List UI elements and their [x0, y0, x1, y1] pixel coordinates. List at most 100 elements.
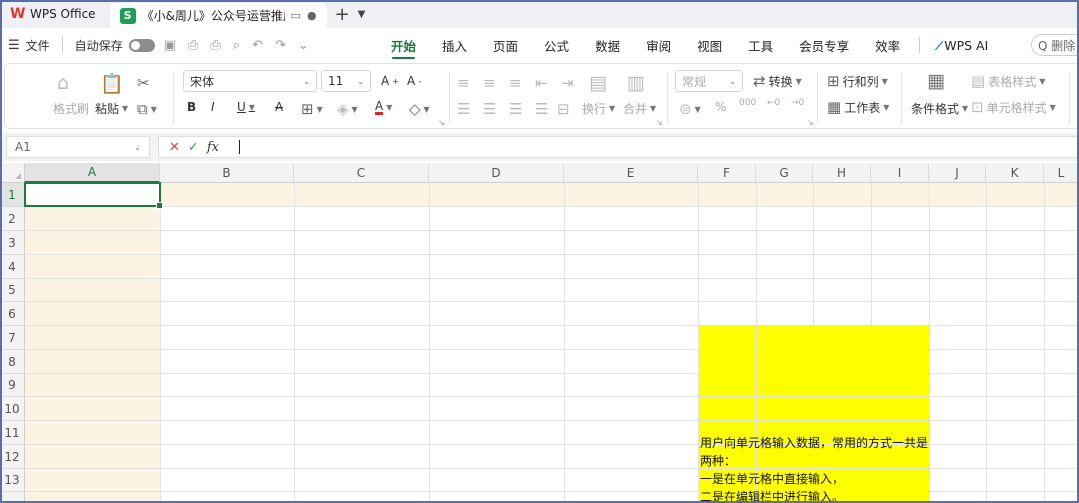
worksheet-button[interactable]: ▦ 工作表 ▼	[827, 98, 889, 116]
column-header-f[interactable]: F	[698, 163, 756, 183]
increase-decimal-icon[interactable]: ←0	[767, 98, 780, 108]
tab-data[interactable]: 数据	[582, 28, 633, 62]
row-header-8[interactable]: 8	[0, 350, 25, 374]
chevron-down-icon[interactable]: ▼	[358, 0, 366, 28]
tab-formula[interactable]: 公式	[531, 28, 582, 62]
font-name-select[interactable]: 宋体 ⌄	[183, 70, 317, 92]
alignment-dialog-launcher[interactable]: ↘	[656, 118, 663, 127]
table-style-button[interactable]: ▤ 表格样式 ▼	[971, 72, 1045, 90]
align-right-icon[interactable]: ☰	[509, 100, 522, 118]
row-header-11[interactable]: 11	[0, 421, 25, 445]
print-icon[interactable]: ⎙	[210, 38, 220, 53]
decrease-font-icon[interactable]: A-	[407, 74, 421, 88]
font-dialog-launcher[interactable]: ↘	[438, 118, 445, 127]
row-header-7[interactable]: 7	[0, 326, 25, 350]
column-header-k[interactable]: K	[986, 163, 1044, 183]
row-header-6[interactable]: 6	[0, 302, 25, 326]
format-painter-icon[interactable]: ⌂	[57, 72, 69, 94]
row-header-12[interactable]: 12	[0, 445, 25, 469]
clear-button[interactable]: ◇ ▼	[409, 100, 430, 118]
align-left-icon[interactable]: ☰	[457, 100, 470, 118]
insert-function-icon[interactable]: fx	[207, 140, 219, 155]
name-box[interactable]: A1 ⌄	[6, 136, 150, 158]
export-pdf-icon[interactable]: ⎙	[188, 38, 198, 53]
wrap-button[interactable]: 换行 ▼	[582, 100, 615, 117]
row-header-1[interactable]: 1	[0, 183, 25, 207]
cancel-icon[interactable]: ✕	[169, 140, 180, 155]
decrease-indent-icon[interactable]: ⇤	[535, 74, 548, 92]
column-header-i[interactable]: I	[871, 163, 929, 183]
column-header-d[interactable]: D	[429, 163, 564, 183]
active-cell-a1[interactable]	[24, 182, 163, 209]
chevron-down-icon[interactable]: ⌄	[298, 38, 309, 53]
font-color-button[interactable]: A ▼	[375, 100, 392, 115]
cell-f7-text[interactable]: 用户向单元格输入数据，常用的方式一共是两种： 一是在单元格中直接输入， 二是在编…	[700, 434, 928, 503]
align-middle-icon[interactable]: ≡	[483, 74, 496, 92]
paste-button[interactable]: 粘贴 ▼	[95, 100, 128, 117]
number-dialog-launcher[interactable]: ↘	[807, 118, 814, 127]
merge-button[interactable]: 合并 ▼	[623, 100, 656, 117]
rows-cols-button[interactable]: ⊞ 行和列 ▼	[827, 72, 888, 90]
convert-button[interactable]: ⇄ 转换 ▼	[753, 72, 802, 90]
italic-button[interactable]: I	[211, 100, 215, 114]
column-header-j[interactable]: J	[929, 163, 986, 183]
column-header-g[interactable]: G	[756, 163, 813, 183]
document-tab[interactable]: S 《小&周儿》公众号运营推广 ▭ ●	[109, 3, 327, 28]
percent-button[interactable]: %	[715, 100, 726, 114]
merge-cells-icon[interactable]: ▥	[627, 72, 645, 94]
copy-button[interactable]: ⧉ ▼	[137, 100, 157, 118]
monitor-icon[interactable]: ▭	[291, 9, 301, 22]
print-preview-icon[interactable]: ⌕	[233, 38, 240, 53]
wps-ai-button[interactable]: ⁄ WPS AI	[926, 38, 988, 53]
wrap-text-icon[interactable]: ▤	[589, 72, 607, 94]
underline-button[interactable]: U ▼	[237, 100, 255, 114]
thousands-button[interactable]: 000	[739, 98, 756, 108]
cell-style-button[interactable]: ⊡ 单元格样式 ▼	[971, 98, 1056, 116]
row-header-4[interactable]: 4	[0, 255, 25, 279]
font-size-select[interactable]: 11 ⌄	[321, 70, 371, 92]
wps-office-tab[interactable]: W WPS Office	[0, 0, 110, 28]
tab-membership[interactable]: 会员专享	[786, 28, 862, 62]
row-header-5[interactable]: 5	[0, 279, 25, 302]
row-header-13[interactable]: 13	[0, 469, 25, 492]
justify-icon[interactable]: ☰	[535, 100, 548, 118]
redo-icon[interactable]: ↷	[275, 38, 286, 53]
column-header-h[interactable]: H	[813, 163, 871, 183]
align-center-icon[interactable]: ☰	[483, 100, 496, 118]
conditional-format-icon[interactable]: ▦	[927, 70, 945, 92]
tab-efficiency[interactable]: 效率	[862, 28, 913, 62]
conditional-format-button[interactable]: 条件格式 ▼	[911, 100, 968, 117]
cut-icon[interactable]: ✂	[137, 74, 150, 92]
formula-input[interactable]: ✕ ✓ fx	[158, 136, 1079, 158]
search-input[interactable]: Q 删除	[1031, 34, 1079, 56]
save-icon[interactable]: ▣	[164, 38, 176, 53]
column-header-b[interactable]: B	[160, 163, 294, 183]
file-menu[interactable]: 文件	[26, 37, 50, 54]
undo-icon[interactable]: ↶	[252, 38, 263, 53]
align-bottom-icon[interactable]: ≡	[509, 74, 522, 92]
confirm-icon[interactable]: ✓	[188, 140, 199, 155]
new-tab-button[interactable]: +	[327, 0, 358, 28]
select-all-button[interactable]	[0, 163, 25, 183]
distributed-icon[interactable]: ⊟	[557, 100, 570, 118]
tab-tools[interactable]: 工具	[735, 28, 786, 62]
column-header-c[interactable]: C	[294, 163, 429, 183]
increase-indent-icon[interactable]: ⇥	[561, 74, 574, 92]
row-header-2[interactable]: 2	[0, 207, 25, 231]
tab-page[interactable]: 页面	[480, 28, 531, 62]
strikethrough-button[interactable]: A	[275, 100, 283, 114]
autosave-toggle[interactable]	[128, 38, 155, 52]
row-header-3[interactable]: 3	[0, 231, 25, 255]
increase-font-icon[interactable]: A +	[381, 74, 399, 88]
align-top-icon[interactable]: ≡	[457, 74, 470, 92]
format-painter-button[interactable]: 格式刷	[53, 100, 89, 117]
decrease-decimal-icon[interactable]: →0	[791, 98, 804, 108]
fill-color-button[interactable]: ◈ ▼	[337, 100, 358, 118]
row-header-14[interactable]	[0, 492, 25, 503]
column-header-a[interactable]: A	[25, 163, 160, 183]
bold-button[interactable]: B	[187, 100, 196, 114]
tab-home[interactable]: 开始	[378, 28, 429, 62]
tab-review[interactable]: 审阅	[633, 28, 684, 62]
row-header-9[interactable]: 9	[0, 374, 25, 397]
number-format-select[interactable]: 常规 ⌄	[675, 70, 743, 92]
